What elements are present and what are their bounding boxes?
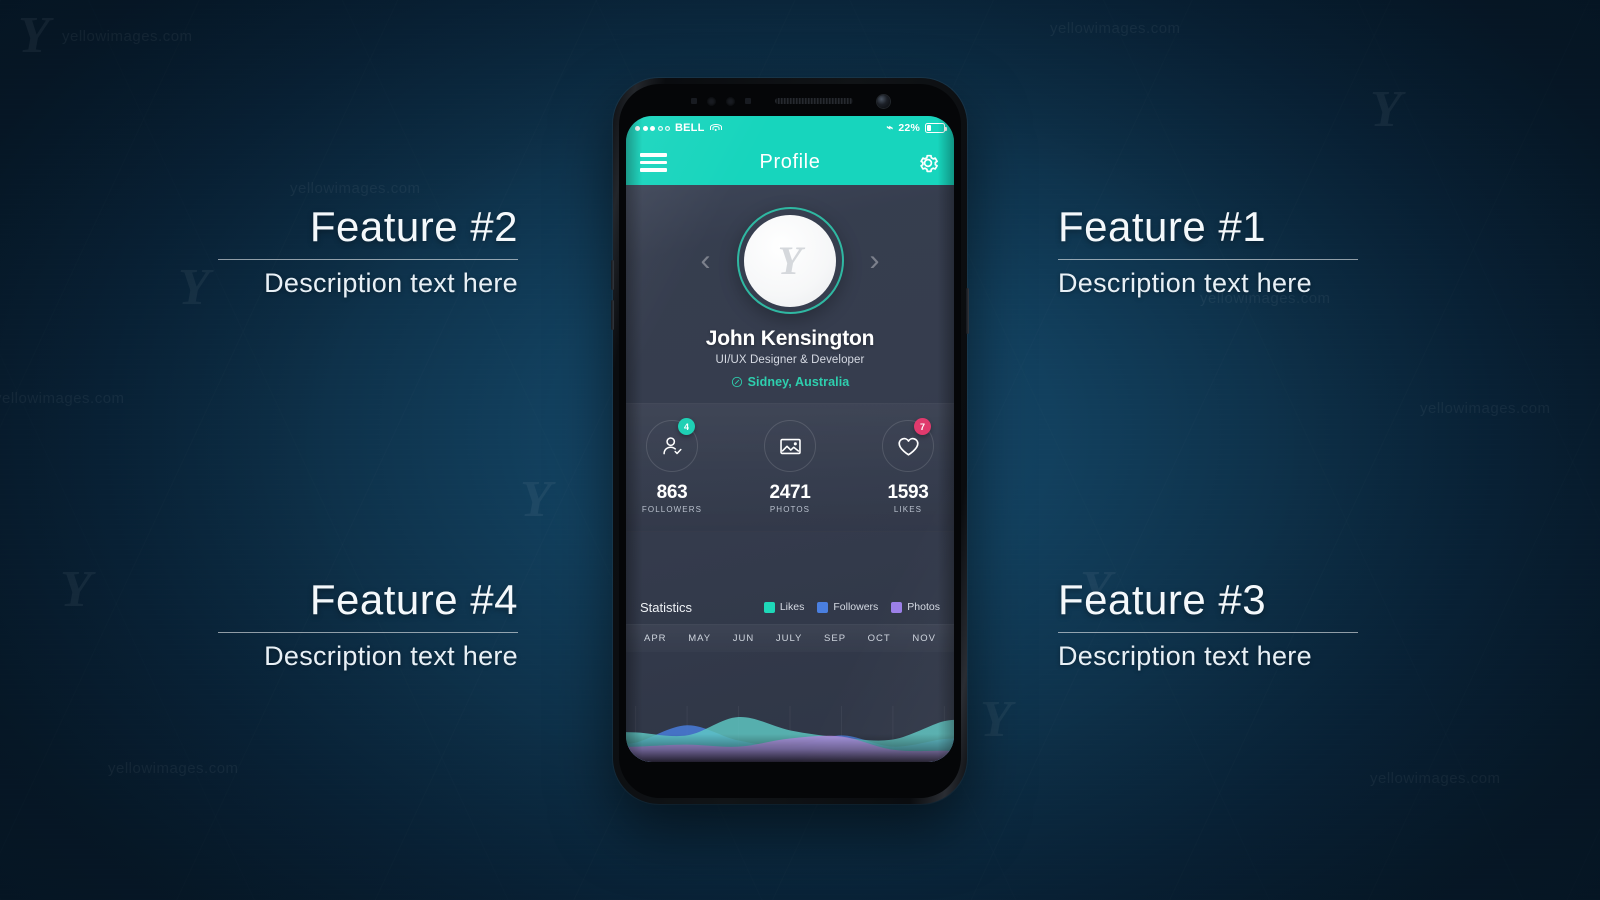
photos-label: PHOTOS bbox=[769, 505, 811, 514]
legend-item-likes[interactable]: Likes bbox=[763, 601, 805, 613]
phone-bezel: BELL ⌁ 22% Profile ‹ Y › John Kensington… bbox=[619, 84, 961, 798]
iris-scanner-icon bbox=[706, 96, 716, 106]
likes-icon-circle: 7 bbox=[882, 418, 934, 472]
photo-image-icon bbox=[779, 438, 801, 454]
month-tick[interactable]: APR bbox=[644, 633, 667, 644]
profile-stats-panel: 4 863 FOLLOWERS 2471 PHOTOS 7 1593 LIKES bbox=[626, 403, 954, 532]
feature-callout-3: Feature #3 Description text here bbox=[1058, 576, 1358, 672]
chart-canvas bbox=[626, 706, 954, 762]
feature-callout-2: Feature #2 Description text here bbox=[218, 203, 518, 299]
carrier-label: BELL bbox=[675, 122, 705, 134]
carousel-prev-arrow[interactable]: ‹ bbox=[695, 245, 717, 276]
profile-screen-body: ‹ Y › John Kensington UI/UX Designer & D… bbox=[626, 185, 954, 762]
page-title: Profile bbox=[759, 151, 821, 173]
battery-icon bbox=[925, 123, 948, 133]
followers-value: 863 bbox=[656, 482, 688, 503]
feature-4-description: Description text here bbox=[264, 641, 518, 672]
profile-role: UI/UX Designer & Developer bbox=[715, 354, 865, 366]
heart-icon bbox=[897, 437, 919, 456]
legend-swatch-photos bbox=[891, 601, 903, 613]
profile-name: John Kensington bbox=[705, 327, 875, 350]
likes-badge: 7 bbox=[914, 418, 931, 435]
month-tick[interactable]: JUN bbox=[733, 633, 754, 644]
feature-callout-4: Feature #4 Description text here bbox=[218, 576, 518, 672]
profile-location-label: Sidney, Australia bbox=[747, 375, 850, 389]
avatar-ring: Y bbox=[736, 207, 844, 314]
status-bar: BELL ⌁ 22% bbox=[626, 116, 954, 140]
feature-4-divider bbox=[218, 632, 518, 634]
avatar[interactable]: Y bbox=[744, 214, 836, 307]
battery-percent-label: 22% bbox=[898, 122, 920, 134]
power-button[interactable] bbox=[966, 288, 969, 334]
feature-callout-1: Feature #1 Description text here bbox=[1058, 203, 1358, 299]
app-nav-bar: Profile bbox=[626, 140, 954, 185]
legend-item-followers[interactable]: Followers bbox=[817, 601, 878, 613]
feature-3-divider bbox=[1058, 632, 1358, 634]
statistics-area-chart bbox=[626, 706, 954, 762]
statistics-header: Statistics Likes Followers Photos bbox=[626, 594, 954, 620]
carousel-next-arrow[interactable]: › bbox=[864, 245, 886, 276]
avatar-carousel: ‹ Y › bbox=[626, 207, 954, 314]
wifi-icon bbox=[709, 123, 722, 133]
feature-1-description: Description text here bbox=[1058, 268, 1312, 299]
legend-item-photos[interactable]: Photos bbox=[891, 601, 940, 613]
chart-month-axis: APR MAY JUN JULY SEP OCT NOV bbox=[626, 624, 954, 652]
light-sensor-icon bbox=[725, 96, 735, 106]
hamburger-menu-icon[interactable] bbox=[640, 153, 667, 172]
photos-icon-circle bbox=[764, 420, 816, 472]
feature-4-title: Feature #4 bbox=[309, 576, 518, 623]
follower-check-icon bbox=[662, 436, 682, 454]
month-tick[interactable]: JULY bbox=[776, 633, 803, 644]
feature-2-description: Description text here bbox=[264, 268, 518, 299]
legend-label-likes: Likes bbox=[779, 601, 805, 613]
avatar-placeholder-glyph: Y bbox=[777, 238, 803, 283]
stat-followers[interactable]: 4 863 FOLLOWERS bbox=[633, 418, 711, 514]
followers-badge: 4 bbox=[678, 418, 695, 435]
proximity-sensor-icon bbox=[690, 98, 697, 104]
chart-legend: Likes Followers Photos bbox=[763, 601, 940, 613]
feature-1-divider bbox=[1058, 259, 1358, 261]
followers-icon-circle: 4 bbox=[646, 418, 698, 472]
month-tick[interactable]: SEP bbox=[824, 633, 846, 644]
followers-label: FOLLOWERS bbox=[641, 505, 703, 514]
earpiece-speaker bbox=[774, 98, 853, 104]
likes-label: LIKES bbox=[893, 505, 923, 514]
feature-1-title: Feature #1 bbox=[1058, 203, 1267, 250]
feature-2-title: Feature #2 bbox=[309, 203, 518, 250]
likes-value: 1593 bbox=[887, 482, 929, 503]
phone-mockup: BELL ⌁ 22% Profile ‹ Y › John Kensington… bbox=[611, 78, 969, 804]
phone-sensor-row bbox=[619, 92, 961, 110]
stat-likes[interactable]: 7 1593 LIKES bbox=[869, 418, 947, 514]
profile-card: ‹ Y › John Kensington UI/UX Designer & D… bbox=[626, 185, 954, 652]
led-indicator-icon bbox=[744, 98, 751, 104]
front-camera-icon bbox=[876, 94, 890, 108]
month-tick[interactable]: MAY bbox=[688, 633, 711, 644]
legend-label-followers: Followers bbox=[833, 601, 879, 613]
legend-swatch-likes bbox=[763, 601, 775, 613]
volume-up-button[interactable] bbox=[611, 260, 614, 290]
stat-photos[interactable]: 2471 PHOTOS bbox=[751, 420, 829, 514]
month-tick[interactable]: NOV bbox=[912, 633, 936, 644]
photos-value: 2471 bbox=[769, 482, 811, 503]
feature-3-title: Feature #3 bbox=[1058, 576, 1267, 623]
legend-swatch-followers bbox=[817, 601, 829, 613]
feature-2-divider bbox=[218, 259, 518, 261]
location-compass-icon bbox=[731, 376, 742, 388]
volume-down-button[interactable] bbox=[611, 300, 614, 330]
month-tick[interactable]: OCT bbox=[868, 633, 891, 644]
gear-icon[interactable] bbox=[916, 151, 940, 175]
profile-location: Sidney, Australia bbox=[626, 375, 954, 389]
phone-screen: BELL ⌁ 22% Profile ‹ Y › John Kensington… bbox=[626, 116, 954, 762]
statistics-title: Statistics bbox=[640, 599, 693, 615]
signal-strength-icon bbox=[635, 125, 670, 131]
bluetooth-icon: ⌁ bbox=[886, 121, 894, 134]
feature-3-description: Description text here bbox=[1058, 641, 1312, 672]
legend-label-photos: Photos bbox=[907, 601, 940, 613]
